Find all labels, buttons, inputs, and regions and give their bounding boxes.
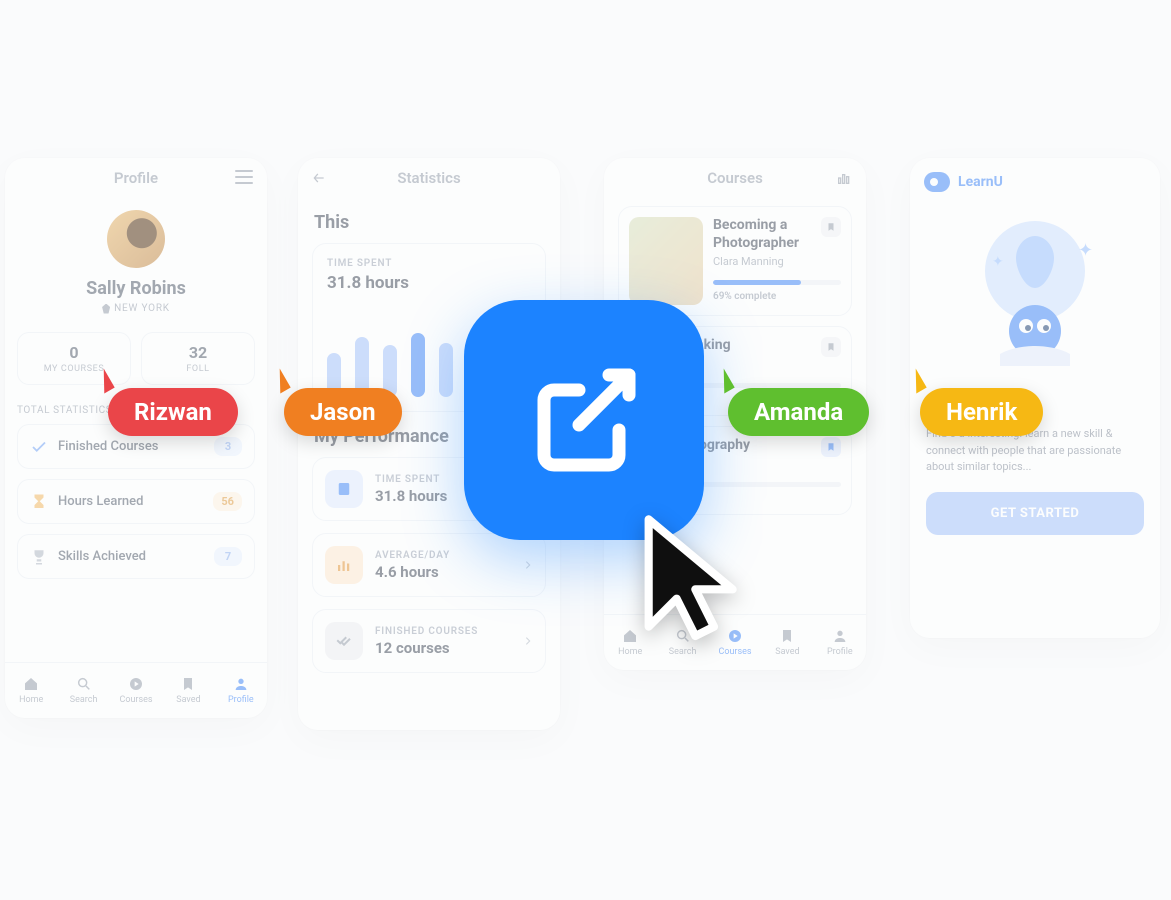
chevron-right-icon xyxy=(523,557,533,573)
cursor-arrow-icon xyxy=(269,368,290,393)
brand-name: LearnU xyxy=(958,174,1003,190)
bookmark-icon[interactable] xyxy=(821,437,841,457)
external-link-icon xyxy=(524,360,644,480)
tab-saved[interactable]: Saved xyxy=(761,615,813,670)
bookmark-icon[interactable] xyxy=(821,217,841,237)
main-cursor-icon xyxy=(626,510,746,654)
svg-text:✦: ✦ xyxy=(992,254,1004,270)
profile-header: Profile xyxy=(114,169,158,187)
tab-search[interactable]: Search xyxy=(57,663,109,718)
tab-home[interactable]: Home xyxy=(5,663,57,718)
onboarding-illustration: ✦ ✦ xyxy=(910,206,1160,396)
tab-courses[interactable]: Courses xyxy=(110,663,162,718)
back-icon[interactable] xyxy=(310,171,328,185)
progress-bar xyxy=(713,280,841,285)
profile-name: Sally Robins xyxy=(86,278,186,299)
courses-header: Courses xyxy=(707,169,763,187)
stat-hours-learned[interactable]: Hours Learned 56 xyxy=(17,479,255,524)
brand-logo-icon xyxy=(924,172,950,192)
book-icon xyxy=(325,470,363,508)
tabbar: Home Search Courses Saved Profile xyxy=(5,662,267,718)
tab-profile[interactable]: Profile xyxy=(814,615,866,670)
avatar[interactable] xyxy=(107,210,165,268)
cursor-rizwan: Rizwan xyxy=(108,370,238,436)
pin-icon xyxy=(102,304,110,314)
phone-profile: Profile Sally Robins NEW YORK 0 MY COURS… xyxy=(5,158,267,718)
cursor-label: Rizwan xyxy=(108,388,238,436)
cursor-label: Henrik xyxy=(920,388,1043,436)
profile-location: NEW YORK xyxy=(102,303,170,314)
cursor-label: Amanda xyxy=(728,388,869,436)
svg-text:✦: ✦ xyxy=(1078,240,1093,261)
trophy-icon xyxy=(30,548,48,566)
cursor-jason: Jason xyxy=(284,370,402,436)
double-check-icon xyxy=(325,622,363,660)
statistics-header: Statistics xyxy=(397,169,460,187)
cursor-amanda: Amanda xyxy=(728,370,869,436)
bookmark-icon[interactable] xyxy=(821,337,841,357)
cursor-arrow-icon xyxy=(905,368,926,393)
tab-saved[interactable]: Saved xyxy=(162,663,214,718)
perf-avg-day[interactable]: AVERAGE/DAY4.6 hours xyxy=(312,533,546,597)
perf-finished-courses[interactable]: FINISHED COURSES12 courses xyxy=(312,609,546,673)
chart-icon xyxy=(325,546,363,584)
chevron-right-icon xyxy=(523,633,533,649)
hamburger-icon[interactable] xyxy=(235,170,253,184)
hourglass-icon xyxy=(30,493,48,511)
stats-icon[interactable] xyxy=(836,170,852,186)
check-icon xyxy=(30,438,48,456)
tab-profile[interactable]: Profile xyxy=(215,663,267,718)
stat-skills-achieved[interactable]: Skills Achieved 7 xyxy=(17,534,255,579)
cursor-henrik: Henrik xyxy=(920,370,1043,436)
external-link-tile[interactable] xyxy=(464,300,704,540)
get-started-button[interactable]: GET STARTED xyxy=(926,492,1144,535)
cursor-label: Jason xyxy=(284,388,402,436)
this-label: This xyxy=(314,212,544,233)
course-thumb xyxy=(629,217,703,305)
